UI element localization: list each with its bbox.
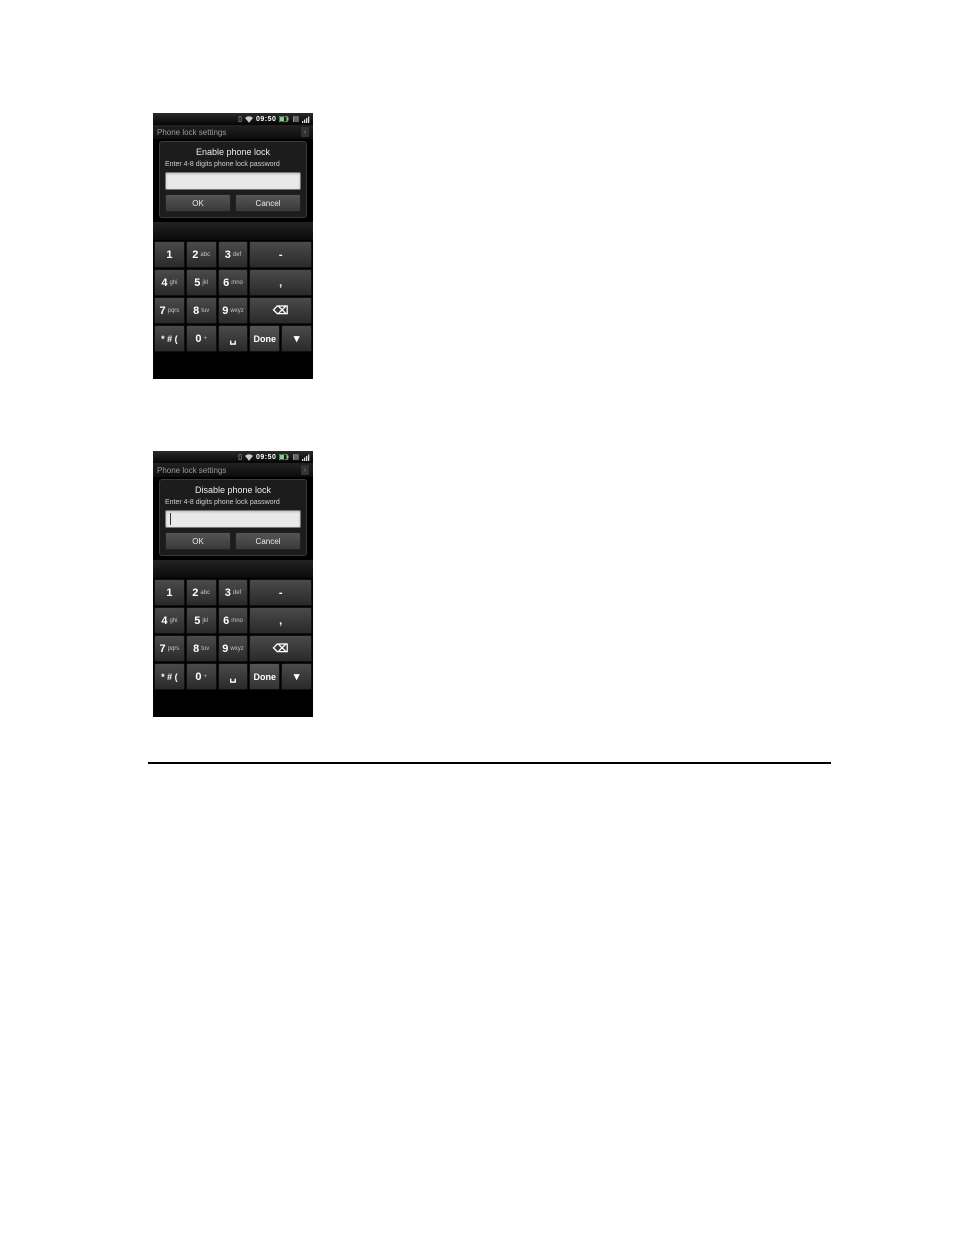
status-bar: ▯ 09:50 ▤ [153,451,313,463]
dialog-prompt: Enter 4-8 digits phone lock password [165,499,301,507]
screen-header: Phone lock settings ‹ [153,463,313,477]
key-space[interactable]: ␣ [218,663,249,690]
key-hide-keyboard[interactable]: ▾ [281,325,312,352]
clock: 09:50 [256,116,276,123]
key-2[interactable]: 2abc [186,241,217,268]
key-delete[interactable]: ⌫ [249,297,312,324]
key-5[interactable]: 5jkl [186,269,217,296]
screen-header: Phone lock settings ‹ [153,125,313,139]
header-title: Phone lock settings [157,128,226,137]
password-input[interactable] [165,510,301,528]
screenshot-enable-phone-lock: ▯ 09:50 ▤ Phone lock settings ‹ Enable p… [153,113,313,379]
spacer [153,560,313,578]
back-button[interactable]: ‹ [301,127,309,137]
key-9[interactable]: 9wxyz [218,297,249,324]
key-9[interactable]: 9wxyz [218,635,249,662]
wifi-icon [245,454,253,461]
key-7[interactable]: 7pqrs [154,297,185,324]
battery-icon [279,454,289,460]
ok-button[interactable]: OK [165,532,231,550]
key-3[interactable]: 3def [218,579,249,606]
screenshot-disable-phone-lock: ▯ 09:50 ▤ Phone lock settings ‹ Disable … [153,451,313,717]
key-1[interactable]: 1 [154,241,185,268]
cancel-button[interactable]: Cancel [235,532,301,550]
key-6[interactable]: 6mno [218,607,249,634]
key-8[interactable]: 8tuv [186,297,217,324]
status-bar: ▯ 09:50 ▤ [153,113,313,125]
battery-icon [279,116,289,122]
key-3[interactable]: 3def [218,241,249,268]
wifi-icon [245,116,253,123]
dialog-disable: Disable phone lock Enter 4-8 digits phon… [159,479,307,556]
numeric-keypad: 1 2abc 3def - 4ghi 5jkl 6mno , 7pqrs 8tu… [153,240,313,353]
key-1[interactable]: 1 [154,579,185,606]
signal-icon [302,454,310,461]
key-2[interactable]: 2abc [186,579,217,606]
signal-icon [302,116,310,123]
key-6[interactable]: 6mno [218,269,249,296]
clock: 09:50 [256,454,276,461]
sim-icon: ▯ [238,453,242,461]
key-0[interactable]: 0+ [186,663,217,690]
password-input[interactable] [165,172,301,190]
key-0[interactable]: 0+ [186,325,217,352]
sim-icon: ▯ [238,115,242,123]
dialog-buttons: OK Cancel [165,194,301,212]
key-delete[interactable]: ⌫ [249,635,312,662]
key-space[interactable]: ␣ [218,325,249,352]
horizontal-rule [148,762,831,764]
save-icon: ▤ [292,453,299,461]
key-7[interactable]: 7pqrs [154,635,185,662]
key-hide-keyboard[interactable]: ▾ [281,663,312,690]
save-icon: ▤ [292,115,299,123]
numeric-keypad: 1 2abc 3def - 4ghi 5jkl 6mno , 7pqrs 8tu… [153,578,313,691]
key-done[interactable]: Done [249,325,280,352]
dialog-enable: Enable phone lock Enter 4-8 digits phone… [159,141,307,218]
spacer [153,222,313,240]
ok-button[interactable]: OK [165,194,231,212]
header-title: Phone lock settings [157,466,226,475]
key-4[interactable]: 4ghi [154,607,185,634]
key-symbols[interactable]: * # ( [154,325,185,352]
key-5[interactable]: 5jkl [186,607,217,634]
key-8[interactable]: 8tuv [186,635,217,662]
dialog-title: Disable phone lock [165,483,301,499]
key-minus[interactable]: - [249,241,312,268]
key-minus[interactable]: - [249,579,312,606]
document-page: ▯ 09:50 ▤ Phone lock settings ‹ Enable p… [0,0,954,1235]
dialog-buttons: OK Cancel [165,532,301,550]
key-comma[interactable]: , [249,269,312,296]
key-symbols[interactable]: * # ( [154,663,185,690]
dialog-prompt: Enter 4-8 digits phone lock password [165,161,301,169]
cancel-button[interactable]: Cancel [235,194,301,212]
key-comma[interactable]: , [249,607,312,634]
key-done[interactable]: Done [249,663,280,690]
back-button[interactable]: ‹ [301,465,309,475]
key-4[interactable]: 4ghi [154,269,185,296]
dialog-title: Enable phone lock [165,145,301,161]
